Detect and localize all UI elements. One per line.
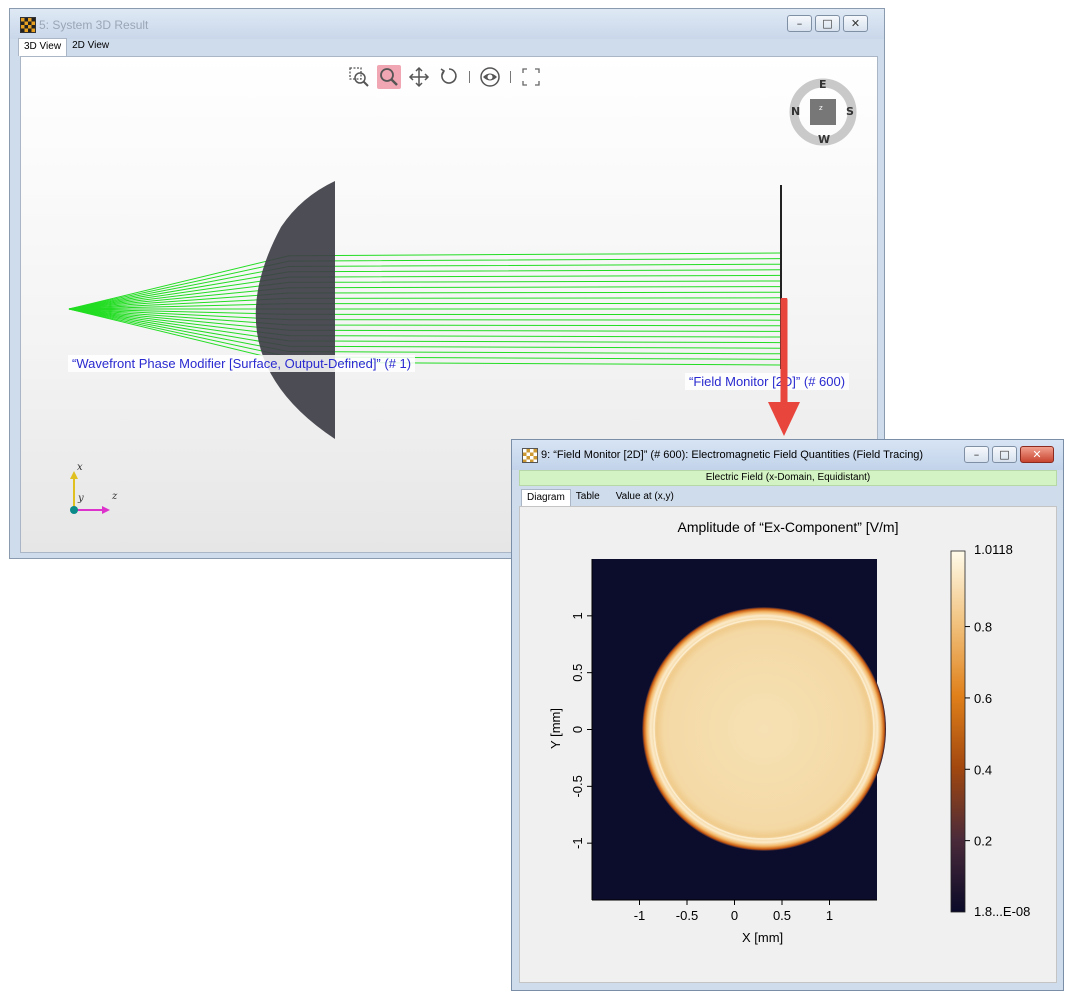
close-icon: ✕	[1032, 448, 1042, 461]
wavefront-label[interactable]: “Wavefront Phase Modifier [Surface, Outp…	[68, 355, 416, 372]
maximize-button[interactable]: □	[815, 15, 840, 32]
maximize-icon: □	[999, 448, 1010, 461]
colorbar-tick-label: 0.2	[974, 834, 992, 849]
close-icon: ✕	[850, 17, 861, 30]
window-title: 9: “Field Monitor [2D]” (# 600): Electro…	[541, 449, 924, 461]
close-button[interactable]: ✕	[843, 15, 868, 32]
x-tick-label: 0	[731, 908, 738, 923]
y-tick-label: 1	[570, 612, 585, 619]
colorbar-tick-label: 0.6	[974, 691, 992, 706]
field-monitor-window: 9: “Field Monitor [2D]” (# 600): Electro…	[511, 439, 1064, 991]
colorbar	[950, 550, 966, 913]
axes-indicator	[70, 471, 110, 514]
colorbar-min-label: 1.8...E-08	[974, 904, 1031, 919]
minimize-icon: –	[796, 17, 803, 30]
light-rays	[68, 252, 782, 366]
maximize-button[interactable]: □	[992, 446, 1017, 463]
field-type-header: Electric Field (x-Domain, Equidistant)	[519, 470, 1057, 486]
colorbar-tick-label: 0.4	[974, 762, 992, 777]
maximize-icon: □	[822, 17, 833, 30]
light-ray	[68, 280, 782, 310]
x-tick-label: 0.5	[773, 908, 791, 923]
tab-2d-view[interactable]: 2D View	[67, 38, 114, 56]
diagram-panel: Amplitude of “Ex-Component” [V/m] -1 -0.…	[519, 506, 1057, 983]
minimize-button[interactable]: –	[964, 446, 989, 463]
tab-table[interactable]: Table	[571, 489, 605, 507]
colorbar-max-label: 1.0118	[974, 542, 1013, 557]
minimize-button[interactable]: –	[787, 15, 812, 32]
view-tabs: 3D View 2D View	[18, 38, 114, 56]
window-title: 5: System 3D Result	[39, 18, 149, 32]
y-tick-label: -0.5	[570, 775, 585, 797]
axis-y-label: y	[78, 493, 84, 504]
field-amplitude-disk	[642, 607, 886, 851]
x-tick-label: -1	[634, 908, 646, 923]
app-icon	[20, 17, 36, 33]
y-tick-label: 0	[570, 726, 585, 733]
result-tabs: Diagram Table Value at (x,y)	[521, 489, 679, 507]
x-axis-label: X [mm]	[742, 930, 784, 945]
tab-value-at-xy[interactable]: Value at (x,y)	[611, 489, 679, 507]
tab-diagram[interactable]: Diagram	[521, 489, 571, 507]
y-axis-label: Y [mm]	[547, 708, 563, 749]
x-tick-label: -0.5	[676, 908, 698, 923]
axis-x-label: x	[77, 462, 83, 473]
y-tick-label: 0.5	[570, 664, 585, 682]
title-bar[interactable]: 9: “Field Monitor [2D]” (# 600): Electro…	[512, 440, 1063, 470]
callout-arrow	[768, 298, 800, 436]
tab-3d-view[interactable]: 3D View	[18, 38, 68, 56]
y-tick-label: -1	[570, 837, 585, 849]
x-tick-label: 1	[826, 908, 833, 923]
minimize-icon: –	[973, 448, 980, 461]
app-icon	[522, 448, 538, 463]
title-bar[interactable]: 5: System 3D Result – □ ✕	[10, 9, 884, 39]
lens	[255, 181, 335, 439]
colorbar-tick-label: 0.8	[974, 620, 992, 635]
axis-z-label: z	[112, 491, 118, 502]
close-button[interactable]: ✕	[1020, 446, 1054, 463]
light-ray	[68, 308, 782, 338]
